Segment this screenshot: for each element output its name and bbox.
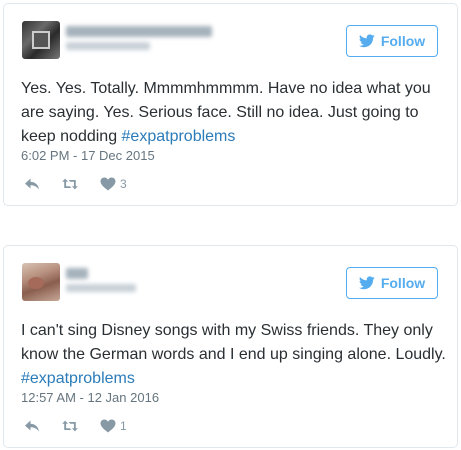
heart-icon [100, 419, 116, 433]
bird-icon [359, 276, 375, 290]
bird-icon [359, 34, 375, 48]
heart-icon [100, 177, 116, 191]
retweet-icon [62, 420, 78, 432]
retweet-button[interactable] [62, 419, 78, 433]
tweet-text: Yes. Yes. Totally. Mmmmhmmmm. Have no id… [21, 77, 446, 149]
like-button[interactable]: 3 [100, 177, 127, 191]
like-count: 1 [120, 419, 127, 433]
reply-icon [25, 178, 39, 190]
timestamp[interactable]: 12:57 AM - 12 Jan 2016 [21, 390, 159, 405]
follow-button-label: Follow [380, 275, 426, 291]
tweet-actions: 3 [24, 175, 149, 193]
tweet-body: I can't sing Disney songs with my Swiss … [21, 322, 446, 363]
avatar[interactable] [22, 263, 60, 301]
reply-icon [25, 420, 39, 432]
tweet-actions: 1 [24, 417, 149, 435]
follow-button[interactable]: Follow [346, 267, 438, 299]
follow-button-label: Follow [380, 33, 426, 49]
blurred-handle [66, 284, 136, 292]
follow-button[interactable]: Follow [346, 25, 438, 57]
hashtag-link[interactable]: #expatproblems [21, 370, 135, 387]
tweet-card: Follow I can't sing Disney songs with my… [3, 245, 458, 448]
retweet-button[interactable] [62, 177, 78, 191]
reply-button[interactable] [24, 419, 40, 433]
blurred-display-name [66, 268, 88, 279]
blurred-handle [66, 42, 150, 50]
timestamp[interactable]: 6:02 PM - 17 Dec 2015 [21, 148, 155, 163]
tweet-card: Follow Yes. Yes. Totally. Mmmmhmmmm. Hav… [3, 3, 458, 206]
like-count: 3 [120, 177, 127, 191]
blurred-display-name [66, 26, 212, 37]
like-button[interactable]: 1 [100, 419, 127, 433]
tweet-text: I can't sing Disney songs with my Swiss … [21, 319, 446, 391]
hashtag-link[interactable]: #expatproblems [122, 128, 236, 145]
reply-button[interactable] [24, 177, 40, 191]
retweet-icon [62, 178, 78, 190]
avatar[interactable] [22, 21, 60, 59]
